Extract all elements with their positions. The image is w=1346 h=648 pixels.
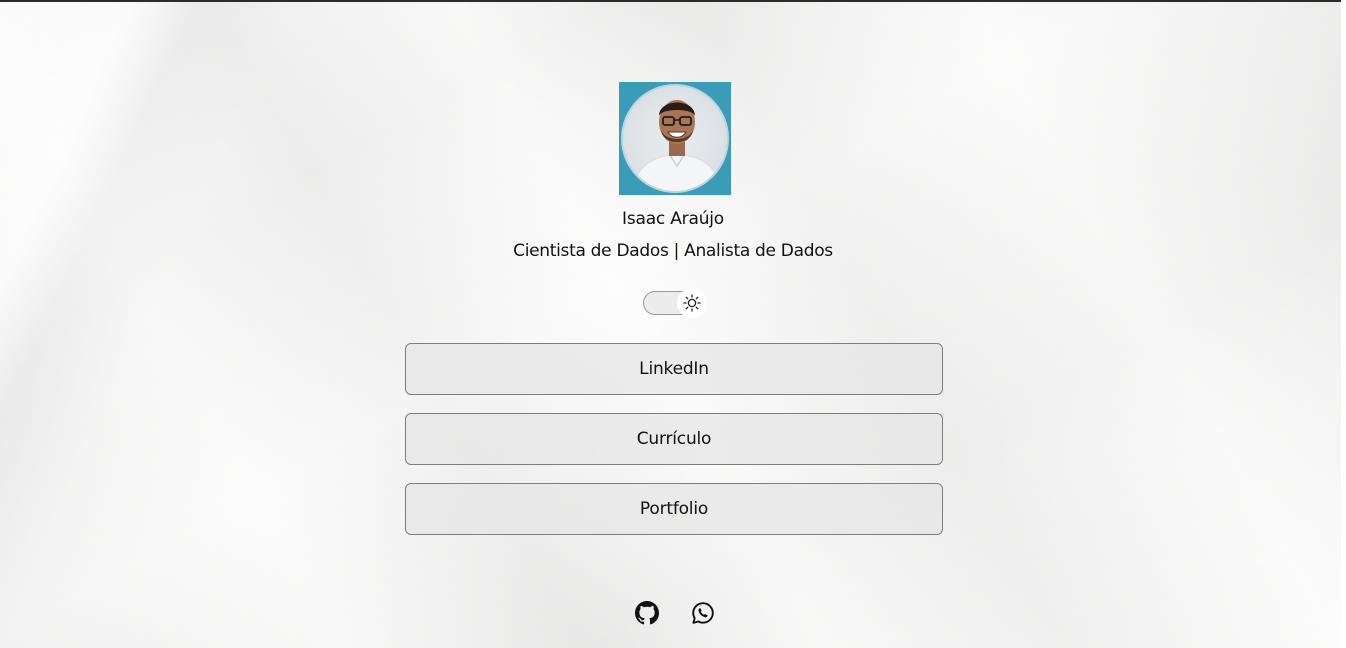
github-link[interactable]	[635, 601, 659, 625]
toggle-knob	[677, 288, 707, 318]
profile-subtitle: Cientista de Dados | Analista de Dados	[513, 241, 833, 261]
person-photo-icon	[631, 100, 723, 191]
theme-toggle[interactable]	[643, 288, 707, 318]
github-icon	[635, 601, 659, 625]
avatar-photo	[621, 84, 729, 193]
portfolio-button[interactable]: Portfolio	[405, 483, 943, 535]
sun-icon	[683, 294, 701, 312]
profile-page: Isaac Araújo Cientista de Dados | Analis…	[0, 0, 1346, 648]
linkedin-button[interactable]: LinkedIn	[405, 343, 943, 395]
profile-name: Isaac Araújo	[622, 209, 724, 229]
whatsapp-link[interactable]	[691, 601, 715, 625]
avatar	[619, 82, 731, 195]
curriculo-button[interactable]: Currículo	[405, 413, 943, 465]
whatsapp-icon	[692, 602, 714, 624]
